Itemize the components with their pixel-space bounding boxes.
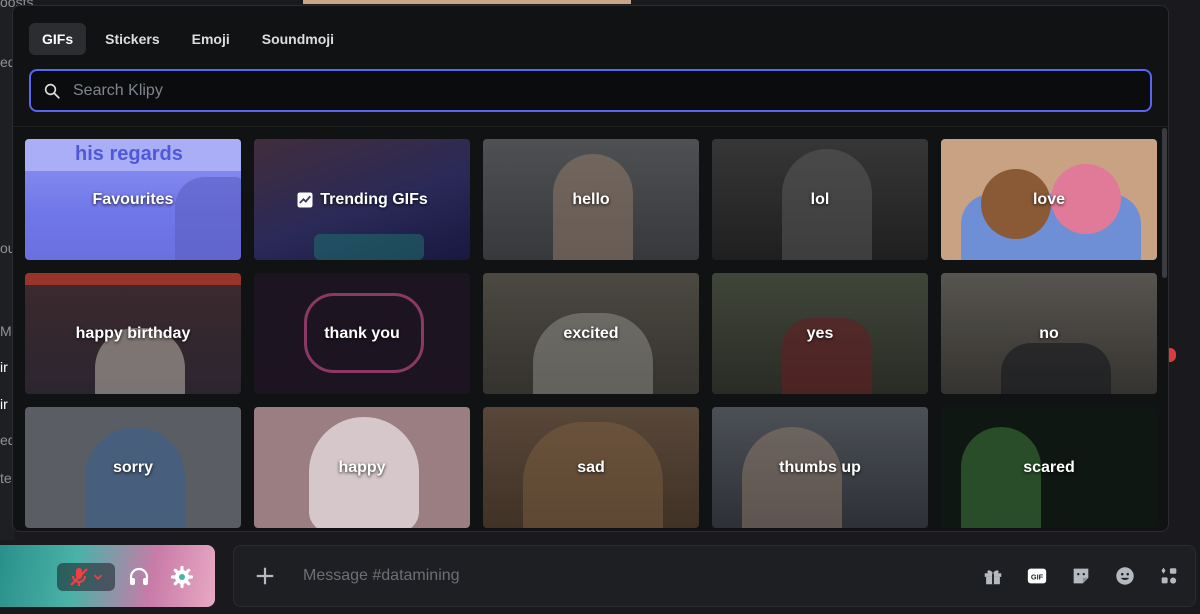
gif-tile-thumbs-up[interactable]: thumbs up: [712, 407, 928, 528]
gif-tile-yes[interactable]: yes: [712, 273, 928, 394]
grid-scrollbar[interactable]: [1162, 128, 1167, 278]
tile-label-text: Trending GIFs: [320, 190, 428, 208]
background-image: [303, 0, 631, 4]
tile-label: sorry: [112, 458, 154, 476]
message-composer: GIF: [233, 545, 1196, 607]
bg-text: ir: [0, 396, 8, 412]
divider: [13, 126, 1168, 127]
gif-tile-lol[interactable]: lol: [712, 139, 928, 260]
user-panel: [0, 545, 215, 607]
tile-overlay-text: his regards: [75, 143, 183, 165]
gif-tile-hello[interactable]: hello: [483, 139, 699, 260]
tile-art: [175, 177, 241, 260]
chevron-down-icon[interactable]: [91, 570, 105, 584]
gif-button[interactable]: GIF: [1025, 564, 1049, 588]
emoji-icon: [1116, 567, 1134, 585]
gif-tile-happy[interactable]: happy: [254, 407, 470, 528]
tile-label: sad: [577, 458, 605, 476]
tile-label: scared: [1023, 458, 1075, 476]
tab-emoji[interactable]: Emoji: [179, 23, 243, 55]
bg-text: ir: [0, 359, 8, 375]
svg-text:GIF: GIF: [1031, 573, 1044, 582]
bg-text: te: [0, 470, 12, 486]
tile-label: excited: [563, 324, 619, 342]
gif-tile-thank-you[interactable]: thank you: [254, 273, 470, 394]
gif-category-grid: his regards Favourites Trending GIFs hel…: [25, 139, 1157, 529]
apps-icon: [1161, 567, 1177, 584]
picker-tabs: GIFs Stickers Emoji Soundmoji: [29, 23, 347, 55]
tile-label: lol: [810, 190, 830, 208]
gift-icon: [984, 570, 1002, 585]
headphones-icon: [129, 567, 149, 585]
gif-icon: GIF: [1027, 568, 1047, 584]
tile-label: love: [1032, 190, 1065, 208]
search-box[interactable]: [29, 69, 1152, 112]
tab-gifs[interactable]: GIFs: [29, 23, 87, 55]
composer-buttons: GIF: [981, 564, 1181, 588]
tile-label: happy: [338, 458, 386, 476]
tile-label: thank you: [324, 324, 400, 342]
tab-soundmoji[interactable]: Soundmoji: [249, 23, 347, 55]
sticker-icon: [1073, 568, 1089, 584]
emoji-button[interactable]: [1113, 564, 1137, 588]
search-input[interactable]: [73, 81, 1073, 100]
gear-icon: [170, 565, 194, 589]
tile-label: thumbs up: [779, 458, 861, 476]
tile-label: Trending GIFs: [296, 191, 428, 209]
gif-tile-happy-birthday[interactable]: happy birthday: [25, 273, 241, 394]
gif-tile-scared[interactable]: scared: [941, 407, 1157, 528]
tile-label: no: [1039, 324, 1059, 342]
gif-tile-favourites[interactable]: his regards Favourites: [25, 139, 241, 260]
tab-stickers[interactable]: Stickers: [92, 23, 172, 55]
search-icon: [44, 83, 60, 99]
trending-icon: [297, 192, 313, 207]
mic-muted-icon: [70, 568, 88, 586]
tile-label: hello: [572, 190, 610, 208]
tile-art: [961, 427, 1041, 528]
message-input[interactable]: [303, 567, 943, 585]
tile-label: yes: [806, 324, 834, 342]
plus-icon: [256, 567, 274, 585]
gif-tile-love[interactable]: love: [941, 139, 1157, 260]
tile-art: [25, 273, 241, 285]
tile-label: happy birthday: [75, 324, 191, 342]
gif-tile-no[interactable]: no: [941, 273, 1157, 394]
deafen-button[interactable]: [124, 563, 154, 591]
settings-button[interactable]: [167, 563, 197, 591]
sticker-button[interactable]: [1069, 564, 1093, 588]
gif-tile-sad[interactable]: sad: [483, 407, 699, 528]
gif-tile-excited[interactable]: excited: [483, 273, 699, 394]
gift-button[interactable]: [981, 564, 1005, 588]
mute-button[interactable]: [57, 563, 115, 591]
gif-tile-trending[interactable]: Trending GIFs: [254, 139, 470, 260]
tile-label: Favourites: [92, 190, 174, 208]
tile-art: [85, 427, 185, 528]
apps-button[interactable]: [1157, 564, 1181, 588]
gif-tile-sorry[interactable]: sorry: [25, 407, 241, 528]
gif-picker: GIFs Stickers Emoji Soundmoji his regard…: [12, 5, 1169, 532]
upload-button[interactable]: [245, 556, 285, 596]
